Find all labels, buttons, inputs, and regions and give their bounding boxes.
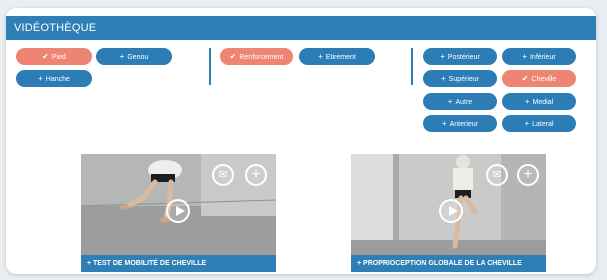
video-card[interactable]: ✉ + + TEST DE MOBILITÉ DE CHEVILLE — [81, 154, 276, 272]
plus-icon: + — [524, 97, 530, 106]
filter-lateral[interactable]: + Lateral — [502, 115, 576, 132]
plus-icon: + — [318, 52, 323, 61]
filter-genou[interactable]: + Genou — [96, 48, 172, 65]
play-button[interactable] — [166, 199, 190, 223]
filter-renforcement[interactable]: ✔ Renforcement — [220, 48, 293, 65]
video-title: + PROPRIOCEPTION GLOBALE DE LA CHEVILLE — [357, 260, 522, 267]
filter-superieur[interactable]: + Supérieur — [423, 70, 497, 87]
filter-autre[interactable]: + Autre — [423, 93, 497, 110]
share-mail-button[interactable]: ✉ — [486, 164, 508, 186]
plus-icon: + — [441, 119, 447, 128]
add-to-list-button[interactable]: + — [245, 164, 267, 186]
filter-inferieur[interactable]: + Inférieur — [502, 48, 576, 65]
video-title-bar[interactable]: + PROPRIOCEPTION GLOBALE DE LA CHEVILLE — [351, 255, 546, 272]
add-to-list-button[interactable]: + — [517, 164, 539, 186]
videotheque-panel: VIDÉOTHÈQUE ✔ Pied + Genou + Hanche ✔ Renfor… — [6, 8, 596, 274]
mail-icon: ✉ — [218, 169, 228, 181]
panel-title: VIDÉOTHÈQUE — [14, 22, 97, 34]
filter-anterieur[interactable]: + Anterieur — [423, 115, 497, 132]
filter-etirement[interactable]: + Etirement — [299, 48, 375, 65]
plus-icon: + — [523, 166, 533, 183]
plus-icon: + — [447, 97, 453, 106]
panel-header: VIDÉOTHÈQUE — [6, 16, 596, 40]
filter-medial[interactable]: + Medial — [502, 93, 576, 110]
filter-divider — [209, 48, 211, 85]
plus-icon: + — [522, 52, 527, 61]
video-title-bar[interactable]: + TEST DE MOBILITÉ DE CHEVILLE — [81, 255, 276, 272]
filter-posterieur[interactable]: + Postérieur — [423, 48, 497, 65]
check-icon: ✔ — [521, 74, 529, 83]
video-card[interactable]: ✉ + + PROPRIOCEPTION GLOBALE DE LA CHEVI… — [351, 154, 546, 272]
check-icon: ✔ — [42, 52, 49, 61]
share-mail-button[interactable]: ✉ — [212, 164, 234, 186]
plus-icon: + — [440, 52, 445, 61]
filter-cheville[interactable]: ✔ Cheville — [502, 70, 576, 87]
plus-icon: + — [119, 52, 125, 61]
check-icon: ✔ — [229, 52, 237, 61]
filter-hanche[interactable]: + Hanche — [16, 70, 92, 87]
plus-icon: + — [251, 166, 261, 183]
play-icon — [176, 206, 185, 216]
filter-pied[interactable]: ✔ Pied — [16, 48, 92, 65]
play-icon — [449, 206, 458, 216]
play-button[interactable] — [439, 199, 463, 223]
plus-icon: + — [38, 74, 43, 83]
filter-divider — [411, 48, 413, 85]
mail-icon: ✉ — [492, 169, 502, 181]
video-title: + TEST DE MOBILITÉ DE CHEVILLE — [87, 260, 207, 267]
plus-icon: + — [524, 119, 530, 128]
plus-icon: + — [440, 74, 446, 83]
